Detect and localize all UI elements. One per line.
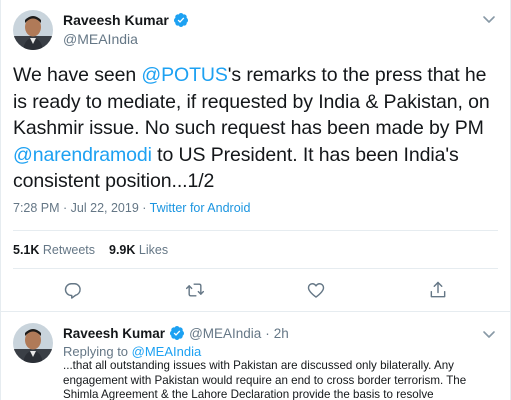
share-icon[interactable] [428, 280, 448, 300]
tweet-actions [1, 280, 510, 304]
retweet-icon[interactable] [185, 280, 205, 300]
divider [13, 268, 498, 269]
verified-badge-icon [173, 12, 189, 28]
author-handle[interactable]: @MEAIndia [63, 31, 138, 47]
avatar[interactable] [13, 323, 53, 363]
mention-link-potus[interactable]: @POTUS [141, 64, 227, 86]
replying-to-mention[interactable]: @MEAIndia [132, 344, 202, 359]
tweet-text-part: We have seen [13, 64, 142, 86]
replying-to-line: Replying to @MEAIndia [63, 344, 201, 359]
likes-count: 9.9K [109, 243, 136, 257]
tweet-source-link[interactable]: Twitter for Android [150, 201, 251, 215]
author-display-name[interactable]: Raveesh Kumar [63, 12, 169, 28]
reply-timestamp[interactable]: 2h [274, 326, 289, 341]
tweet-timestamp[interactable]: 7:28 PM · Jul 22, 2019 · [13, 201, 150, 215]
reply-author-row: Raveesh Kumar @MEAIndia · 2h [63, 325, 289, 341]
separator-dot: · [265, 325, 270, 341]
chevron-down-icon[interactable] [482, 12, 496, 26]
reply-author-handle[interactable]: @MEAIndia [189, 326, 261, 341]
tweet-thread: Raveesh Kumar @MEAIndia We have seen @PO… [0, 0, 511, 400]
mention-link-narendramodi[interactable]: @narendramodi [13, 144, 152, 166]
main-tweet[interactable]: Raveesh Kumar @MEAIndia We have seen @PO… [1, 0, 510, 312]
chevron-down-icon[interactable] [482, 327, 496, 341]
retweets-label: Retweets [42, 243, 95, 257]
reply-icon[interactable] [63, 280, 83, 300]
retweets-stat[interactable]: 5.1K Retweets [13, 243, 95, 257]
tweet-meta: 7:28 PM · Jul 22, 2019 · Twitter for And… [13, 201, 250, 215]
reply-tweet[interactable]: Raveesh Kumar @MEAIndia · 2h Replying to… [1, 313, 510, 400]
tweet-stats: 5.1K Retweets 9.9K Likes [13, 243, 168, 257]
retweets-count: 5.1K [13, 243, 40, 257]
replying-to-label: Replying to [63, 344, 132, 359]
reply-author-display-name[interactable]: Raveesh Kumar [63, 326, 165, 341]
like-icon[interactable] [306, 280, 326, 300]
tweet-text: We have seen @POTUS's remarks to the pre… [13, 62, 503, 195]
avatar[interactable] [13, 10, 53, 50]
divider [13, 230, 498, 231]
author-name-row: Raveesh Kumar [63, 12, 189, 28]
likes-stat[interactable]: 9.9K Likes [109, 243, 168, 257]
likes-label: Likes [138, 243, 169, 257]
reply-tweet-text: ...that all outstanding issues with Paki… [63, 359, 467, 400]
verified-badge-icon [169, 325, 185, 341]
